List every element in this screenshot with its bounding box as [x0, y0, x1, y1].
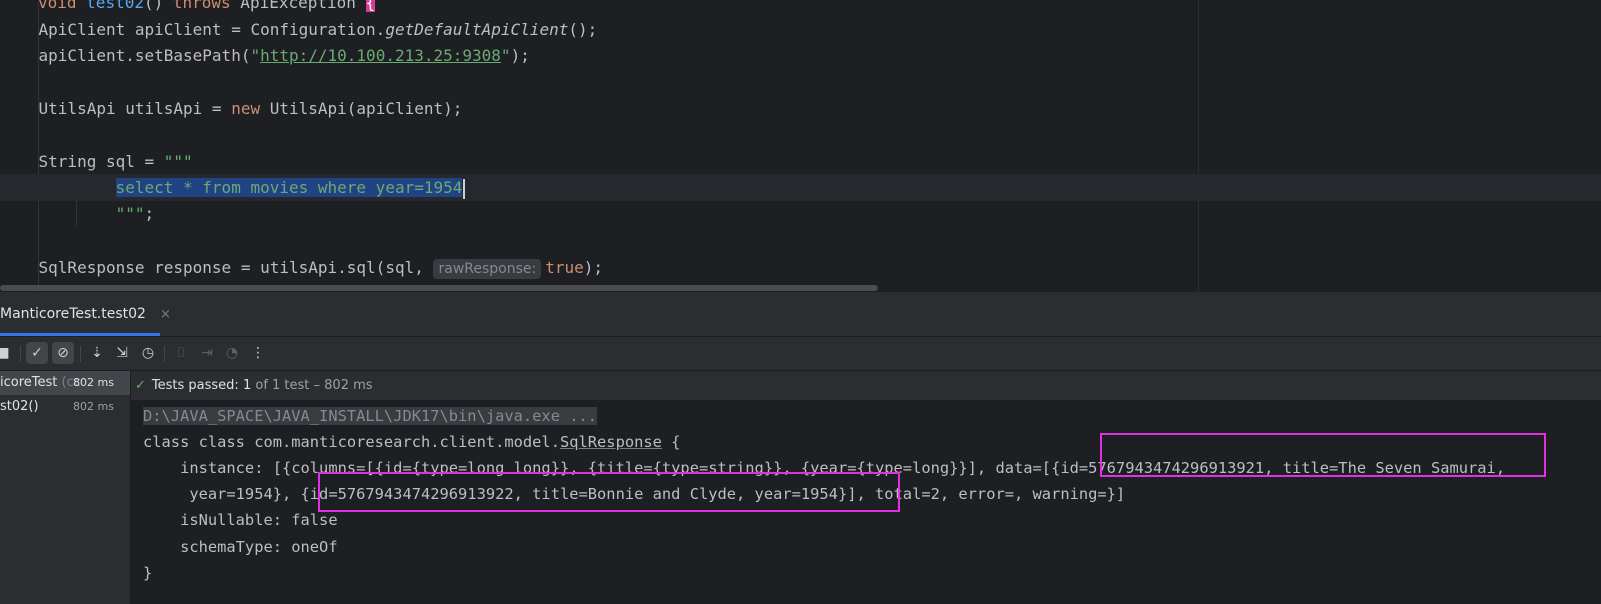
run-toolbar: ■ ✓ ⊘ ⇣ ⇲ ◷ ⌷ ⇥ ◔ ⋮ [0, 337, 1601, 371]
test-duration: 802 ms [73, 376, 114, 389]
test-status-bar: ✓ Tests passed: 1 of 1 test – 802 ms [135, 378, 373, 393]
tree-item-test-class[interactable]: icoreTest (cc 802 ms [0, 371, 130, 395]
text-caret [463, 178, 466, 199]
selected-text: select * from movies where year=1954 [115, 178, 463, 197]
console-output[interactable]: D:\JAVA_SPACE\JAVA_INSTALL\JDK17\bin\jav… [131, 400, 1601, 604]
code-line-1[interactable]: ApiClient apiClient = Configuration.getD… [0, 16, 598, 43]
history-icon[interactable]: ◷ [137, 342, 159, 364]
sort-alpha-icon[interactable]: ⇣ [86, 342, 108, 364]
highlight-box [1100, 433, 1546, 477]
tree-item-test-method[interactable]: st02() 802 ms [0, 395, 130, 419]
run-tab-bar: ManticoreTest.test02 × [0, 292, 1601, 337]
code-line-7-current[interactable]: select * from movies where year=1954 [0, 174, 1601, 201]
code-line-2[interactable]: apiClient.setBasePath("http://10.100.213… [0, 42, 530, 69]
tab-manticore-test02[interactable]: ManticoreTest.test02 × [0, 292, 171, 336]
more-icon[interactable]: ⋮ [247, 342, 269, 364]
toolbar-separator [20, 346, 21, 362]
console-line-5: schemaType: oneOf [143, 538, 338, 556]
code-line-4[interactable]: UtilsApi utilsApi = new UtilsApi(apiClie… [0, 95, 463, 122]
export-icon[interactable]: ⇥ [196, 342, 218, 364]
active-tab-indicator [0, 333, 160, 336]
code-line-10[interactable]: SqlResponse response = utilsApi.sql(sql,… [0, 254, 603, 281]
close-icon[interactable]: × [160, 307, 171, 322]
code-line-0[interactable]: void test02() throws ApiException { [38, 0, 376, 16]
horizontal-scrollbar[interactable] [0, 285, 878, 291]
console-line-1: class class com.manticoresearch.client.m… [143, 433, 681, 451]
settings-icon[interactable]: ◔ [221, 342, 243, 364]
tab-label: ManticoreTest.test02 [0, 306, 146, 322]
code-line-8[interactable]: """; [0, 200, 155, 227]
matching-brace: { [365, 0, 376, 12]
url-link[interactable]: http://10.100.213.25:9308 [260, 46, 501, 65]
code-line-6[interactable]: String sql = """ [0, 148, 193, 175]
right-margin-guide [1198, 0, 1199, 292]
console-line-cmd: D:\JAVA_SPACE\JAVA_INSTALL\JDK17\bin\jav… [143, 403, 598, 429]
test-tree: icoreTest (cc 802 ms st02() 802 ms [0, 371, 131, 604]
code-editor[interactable]: void test02() throws ApiException { ApiC… [0, 0, 1601, 292]
stop-icon[interactable]: ■ [0, 342, 14, 364]
sort-duration-icon[interactable]: ⇲ [111, 342, 133, 364]
screenshot-icon[interactable]: ⌷ [170, 342, 192, 364]
toolbar-separator [164, 346, 165, 362]
show-ignored-icon[interactable]: ⊘ [52, 342, 74, 364]
check-icon: ✓ [135, 378, 146, 393]
console-line-6: } [143, 564, 153, 582]
toolbar-separator [80, 346, 81, 362]
highlight-box [318, 472, 900, 512]
test-duration: 802 ms [73, 400, 114, 413]
run-panel: ManticoreTest.test02 × ■ ✓ ⊘ ⇣ ⇲ ◷ ⌷ ⇥ ◔ … [0, 292, 1601, 604]
command-line[interactable]: D:\JAVA_SPACE\JAVA_INSTALL\JDK17\bin\jav… [143, 407, 598, 425]
parameter-hint: rawResponse: [433, 259, 542, 279]
console-line-4: isNullable: false [143, 511, 338, 529]
show-passed-icon[interactable]: ✓ [26, 342, 48, 364]
